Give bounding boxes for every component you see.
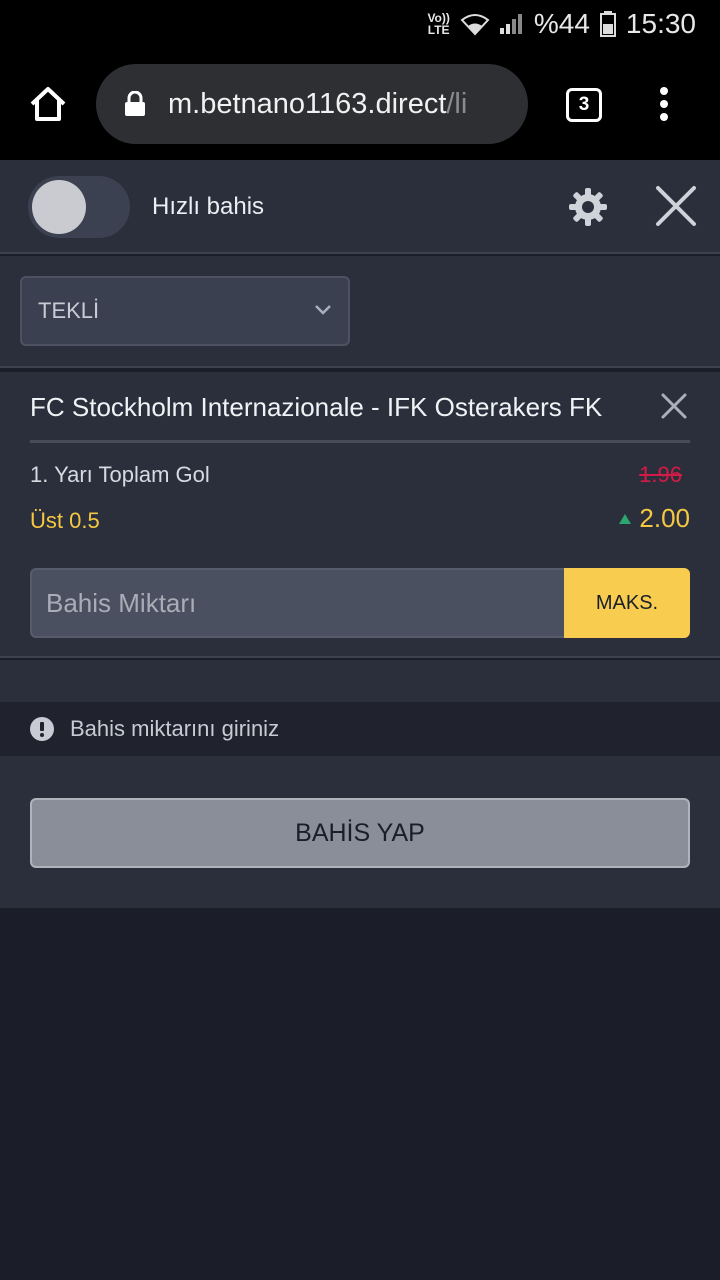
bet-type-value: TEKLİ <box>38 298 100 323</box>
battery-icon <box>599 11 616 37</box>
stake-input[interactable] <box>30 568 564 638</box>
warning-message: Bahis miktarını giriniz <box>0 702 720 756</box>
more-menu-icon[interactable] <box>652 86 676 122</box>
alert-icon <box>30 717 54 741</box>
quick-bet-bar: Hızlı bahis <box>0 160 720 254</box>
status-bar: Vo)) LTE %44 15:30 <box>0 0 720 48</box>
tab-switcher-button[interactable]: 3 <box>566 88 602 122</box>
match-title: FC Stockholm Internazionale - IFK Ostera… <box>30 392 603 422</box>
arrow-up-icon <box>619 513 632 524</box>
old-odds: 1.96 <box>639 462 682 487</box>
place-bet-section: BAHİS YAP <box>0 756 720 908</box>
clock: 15:30 <box>625 8 696 39</box>
chevron-down-icon <box>315 305 331 315</box>
quick-bet-label: Hızlı bahis <box>152 193 265 220</box>
warning-text: Bahis miktarını giriniz <box>70 716 280 741</box>
bet-type-dropdown[interactable]: TEKLİ <box>20 276 350 346</box>
selection-name: Üst 0.5 <box>30 508 100 533</box>
address-bar[interactable]: m.betnano1163.direct/li <box>96 64 528 144</box>
wifi-icon <box>460 14 490 36</box>
volte-indicator: Vo)) LTE <box>427 12 449 36</box>
max-stake-button[interactable]: MAKS. <box>564 568 690 638</box>
battery-percent: %44 <box>533 8 590 39</box>
toggle-knob <box>32 180 86 234</box>
signal-icon <box>499 14 522 34</box>
gear-icon[interactable] <box>568 187 608 227</box>
url-path: /li <box>446 87 468 120</box>
divider <box>30 440 690 443</box>
place-bet-button[interactable]: BAHİS YAP <box>30 798 690 868</box>
bet-slip-item: FC Stockholm Internazionale - IFK Ostera… <box>0 372 720 658</box>
close-icon[interactable] <box>654 184 698 228</box>
quick-bet-toggle[interactable] <box>28 176 130 238</box>
url-host: m.betnano1163.direct <box>168 87 447 120</box>
bet-type-section: TEKLİ <box>0 256 720 368</box>
new-odds: 2.00 <box>639 503 690 533</box>
odds-display: 2.00 <box>619 503 690 534</box>
spacer <box>0 660 720 702</box>
stake-row: MAKS. <box>30 568 690 638</box>
market-name: 1. Yarı Toplam Gol <box>30 462 210 487</box>
url-text: m.betnano1163.direct/li <box>168 88 467 121</box>
browser-toolbar: m.betnano1163.direct/li 3 <box>0 48 720 160</box>
remove-bet-icon[interactable] <box>660 392 688 420</box>
home-icon[interactable] <box>28 84 68 124</box>
lte-label: LTE <box>427 23 450 37</box>
lock-icon <box>125 91 145 116</box>
